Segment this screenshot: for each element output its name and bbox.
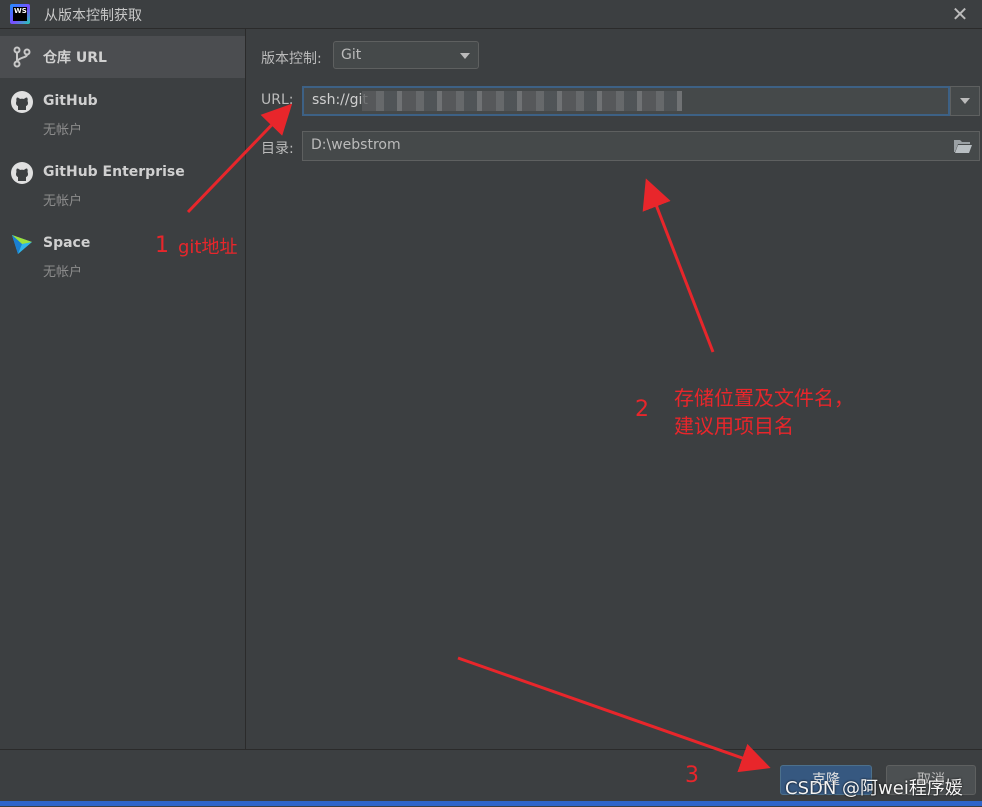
annotation-text-2-line1: 存储位置及文件名，	[674, 386, 854, 410]
webstorm-app-icon: WS	[10, 4, 30, 24]
url-history-dropdown[interactable]	[950, 86, 980, 116]
app-icon-text: WS	[13, 7, 27, 21]
url-label: URL:	[261, 92, 294, 108]
sidebar-item-label: 仓库 URL	[43, 50, 107, 66]
sidebar-item-sublabel: 无帐户	[43, 123, 83, 138]
sidebar: 仓库 URL GitHub 无帐户 GitHub Enterprise 无帐户 …	[0, 29, 246, 749]
url-redacted-blur	[362, 91, 682, 111]
repo-branch-icon	[13, 46, 31, 68]
annotation-number-2: 2	[635, 397, 649, 422]
github-icon	[11, 162, 33, 184]
sidebar-item-repo-url[interactable]: 仓库 URL	[0, 36, 245, 78]
annotation-arrow-2	[642, 178, 715, 353]
chevron-down-icon	[960, 98, 970, 104]
directory-input-value: D:\webstrom	[311, 137, 401, 153]
close-icon[interactable]: ✕	[946, 0, 974, 28]
vcs-label: 版本控制:	[261, 51, 322, 67]
vcs-select-value: Git	[341, 47, 362, 63]
sidebar-item-github[interactable]: GitHub 无帐户	[0, 84, 245, 144]
folder-browse-icon[interactable]	[953, 138, 973, 154]
directory-label: 目录:	[261, 141, 294, 157]
sidebar-item-label: GitHub Enterprise	[43, 164, 185, 180]
annotation-number-3: 3	[685, 763, 699, 788]
annotation-text-2-line2: 建议用项目名	[674, 414, 794, 438]
sidebar-item-label: GitHub	[43, 93, 98, 109]
github-icon	[11, 91, 33, 113]
window-title: 从版本控制获取	[44, 8, 142, 24]
csdn-watermark: CSDN @阿wei程序媛	[785, 778, 963, 799]
sidebar-item-sublabel: 无帐户	[43, 194, 83, 209]
bottom-accent-strip	[0, 801, 982, 806]
sidebar-item-sublabel: 无帐户	[43, 265, 83, 280]
vcs-select[interactable]: Git	[333, 41, 479, 69]
space-icon	[12, 235, 32, 254]
annotation-text-1: git地址	[178, 237, 238, 258]
directory-input[interactable]: D:\webstrom	[302, 131, 980, 161]
sidebar-item-label: Space	[43, 235, 91, 251]
url-input[interactable]: ssh://git	[302, 86, 950, 116]
url-input-value: ssh://git	[312, 92, 368, 108]
chevron-down-icon	[460, 53, 470, 59]
sidebar-item-github-enterprise[interactable]: GitHub Enterprise 无帐户	[0, 155, 245, 215]
annotation-number-1: 1	[155, 233, 169, 258]
title-bar: WS 从版本控制获取 ✕	[0, 0, 982, 29]
